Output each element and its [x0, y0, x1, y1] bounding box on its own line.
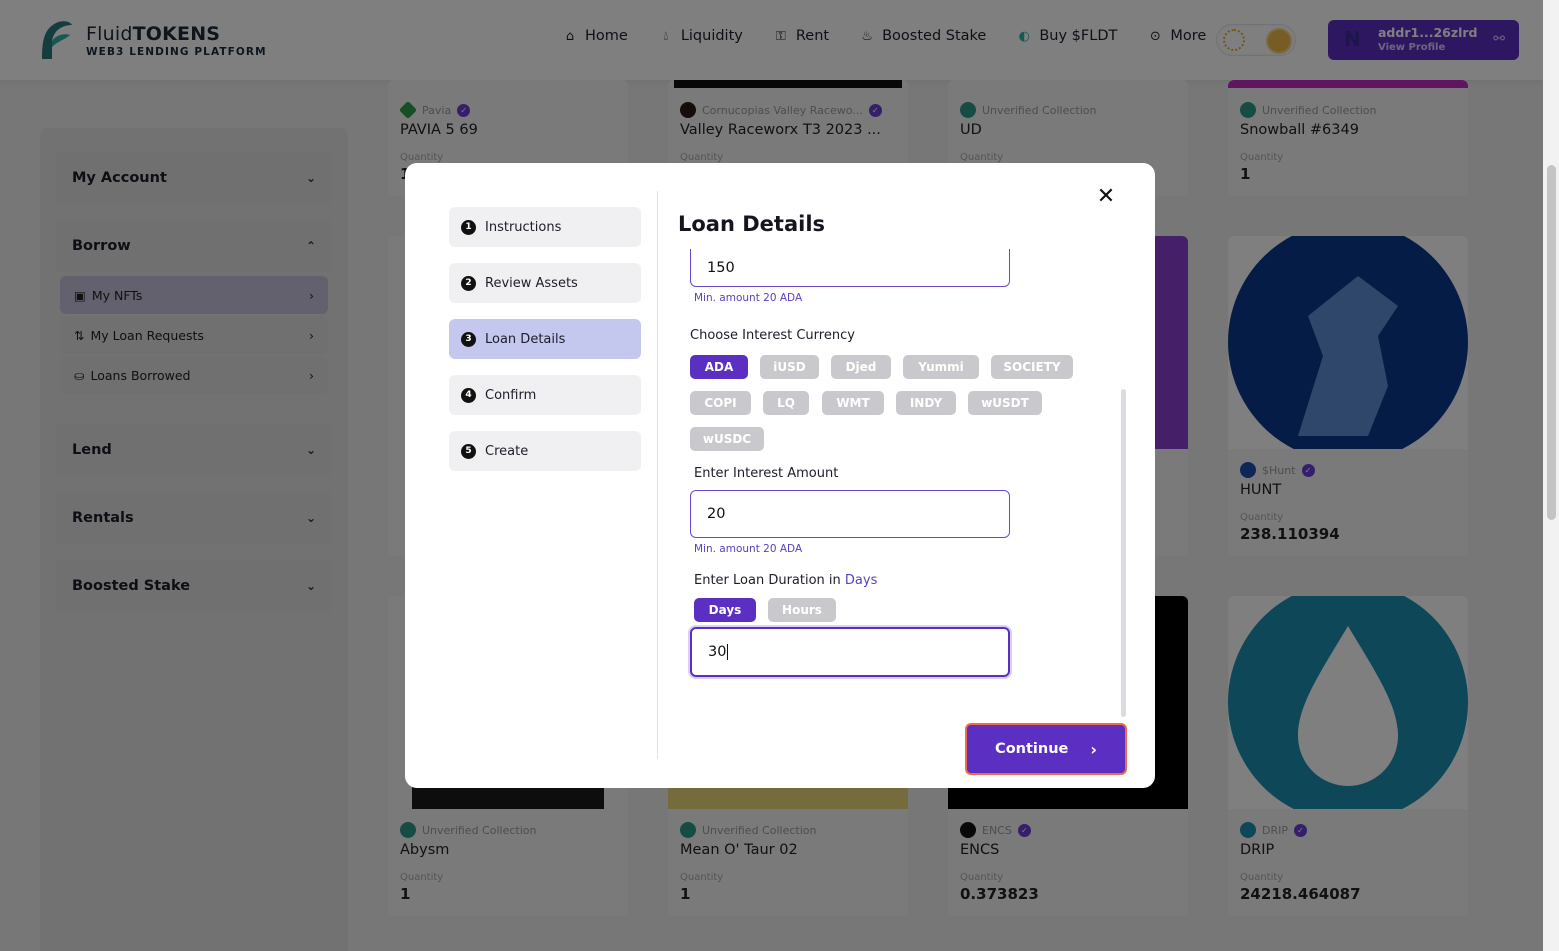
loan-details-form: 150 Min. amount 20 ADA Choose Interest C…	[678, 249, 1118, 719]
step-instructions[interactable]: 1 Instructions	[449, 207, 641, 247]
currency-iusd[interactable]: iUSD	[760, 355, 819, 379]
currency-djed[interactable]: Djed	[831, 355, 891, 379]
duration-days-toggle[interactable]: Days	[694, 598, 756, 622]
interest-currency-label: Choose Interest Currency	[690, 328, 855, 343]
currency-indy[interactable]: INDY	[896, 391, 956, 415]
loan-request-modal: ✕ 1 Instructions 2 Review Assets 3 Loan Det…	[405, 163, 1155, 788]
interest-amount-input[interactable]: 20	[690, 490, 1010, 538]
currency-yummi[interactable]: Yummi	[903, 355, 979, 379]
loan-amount-input[interactable]: 150	[690, 249, 1010, 287]
text-cursor	[727, 644, 729, 660]
currency-copi[interactable]: COPI	[690, 391, 751, 415]
step-review-assets[interactable]: 2 Review Assets	[449, 263, 641, 303]
loan-duration-label: Enter Loan Duration in Days	[694, 573, 878, 588]
interest-amount-label: Enter Interest Amount	[694, 466, 839, 481]
chevron-right-icon: ›	[1090, 739, 1097, 759]
continue-button[interactable]: Continue ›	[965, 723, 1127, 775]
step-confirm[interactable]: 4 Confirm	[449, 375, 641, 415]
currency-society[interactable]: SOCIETY	[991, 355, 1073, 379]
currency-wusdc[interactable]: wUSDC	[690, 427, 764, 451]
modal-divider	[657, 191, 658, 759]
step-create[interactable]: 5 Create	[449, 431, 641, 471]
step-loan-details[interactable]: 3 Loan Details	[449, 319, 641, 359]
currency-wmt[interactable]: WMT	[822, 391, 884, 415]
close-icon[interactable]: ✕	[1094, 185, 1118, 209]
loan-duration-input[interactable]: 30	[690, 627, 1010, 677]
interest-amount-hint: Min. amount 20 ADA	[694, 543, 803, 555]
duration-hours-toggle[interactable]: Hours	[768, 598, 836, 622]
loan-amount-hint: Min. amount 20 ADA	[694, 292, 803, 304]
currency-lq[interactable]: LQ	[763, 391, 809, 415]
duration-unit-label: Days	[844, 573, 878, 588]
page-scrollbar-thumb[interactable]	[1547, 165, 1556, 520]
page-scrollbar[interactable]	[1543, 0, 1559, 951]
step-list: 1 Instructions 2 Review Assets 3 Loan Detai…	[449, 207, 641, 487]
modal-title: Loan Details	[678, 212, 826, 236]
currency-wusdt[interactable]: wUSDT	[968, 391, 1042, 415]
form-scrollbar[interactable]	[1121, 389, 1126, 717]
currency-ada[interactable]: ADA	[690, 355, 748, 379]
